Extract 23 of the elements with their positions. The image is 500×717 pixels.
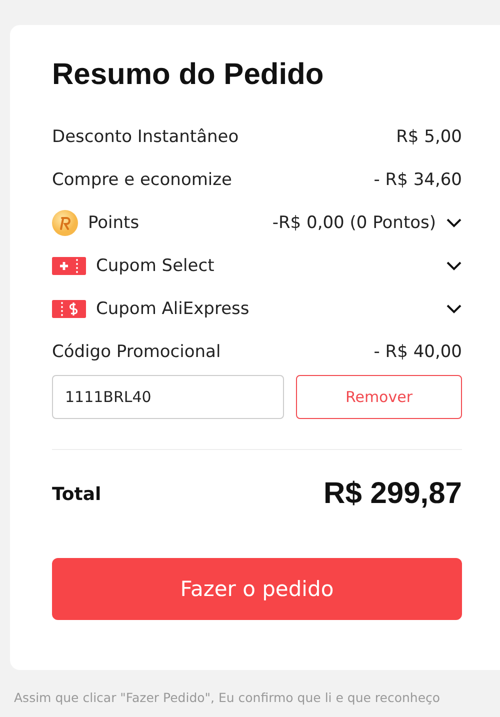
chevron-down-icon[interactable] [446,304,462,314]
total-label: Total [52,484,102,504]
row-value: R$ 5,00 [396,126,462,146]
row-label: Cupom AliExpress [96,298,250,318]
place-order-button[interactable]: Fazer o pedido [52,558,462,620]
summary-title: Resumo do Pedido [52,57,325,93]
row-value: - R$ 34,60 [374,170,462,190]
chevron-down-icon[interactable] [446,218,462,228]
ticket-icon [52,298,86,318]
row-value: -R$ 0,00 (0 Pontos) [272,212,436,232]
row-label: Cupom Select [96,256,214,276]
ticket-icon [52,256,86,276]
remove-button[interactable]: Remover [296,375,462,419]
row-label: Desconto Instantâneo [52,126,239,146]
coin-icon [52,210,78,236]
total-value: R$ 299,87 [324,477,462,511]
row-label: Compre e economize [52,170,232,190]
chevron-down-icon[interactable] [446,260,462,270]
row-label: Código Promocional [52,342,221,362]
promo-code-field[interactable]: 1111BRL40 [52,375,284,419]
row-label: Points [88,212,140,232]
row-value: - R$ 40,00 [374,342,462,362]
terms-text: Assim que clicar "Fazer Pedido", Eu confirmo que li e que reconheço [14,689,442,707]
